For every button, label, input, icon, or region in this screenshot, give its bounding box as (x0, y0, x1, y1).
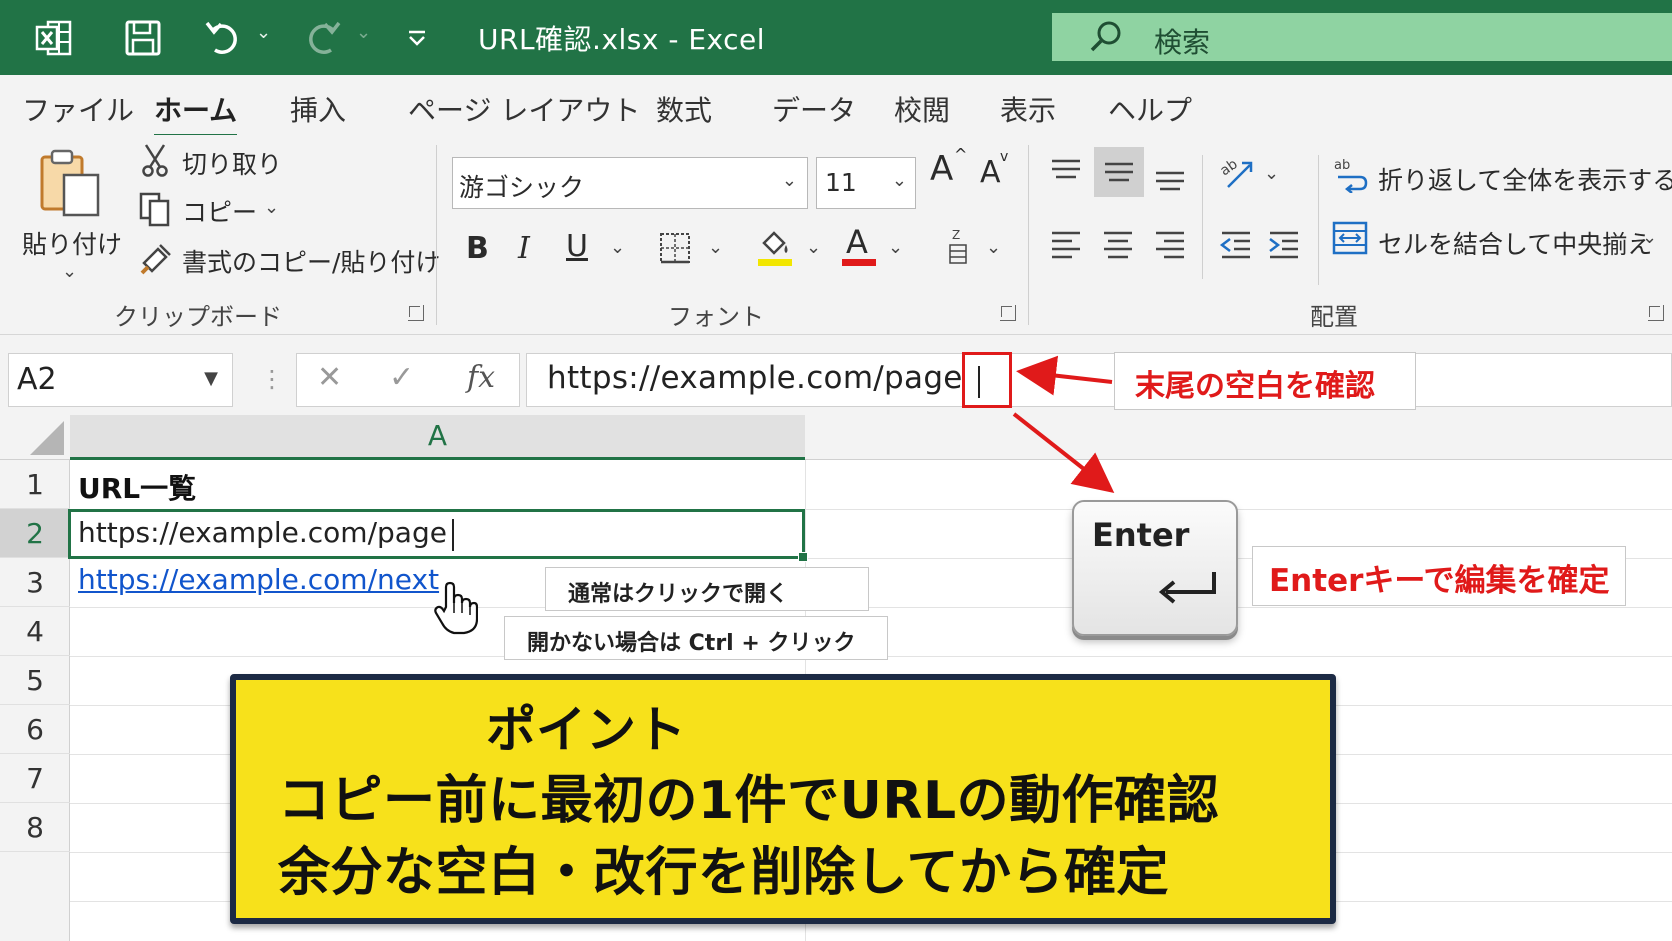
return-arrow-icon (1158, 568, 1220, 608)
enter-key: Enter (1072, 500, 1238, 636)
point-line-1: コピー前に最初の1件でURLの動作確認 (278, 771, 1220, 831)
point-summary-box: ポイント コピー前に最初の1件でURLの動作確認 余分な空白・改行を削除してから… (230, 674, 1336, 924)
point-line-2: 余分な空白・改行を削除してから確定 (278, 843, 1169, 903)
click-callout: 通常はクリックで開く (545, 567, 869, 611)
point-title: ポイント (486, 701, 686, 759)
trailing-space-callout: 末尾の空白を確認 (1114, 352, 1416, 410)
enter-confirm-callout: Enterキーで編集を確定 (1252, 546, 1626, 606)
enter-key-label: Enter (1092, 516, 1190, 554)
ctrl-click-callout: 開かない場合は Ctrl + クリック (504, 616, 888, 660)
